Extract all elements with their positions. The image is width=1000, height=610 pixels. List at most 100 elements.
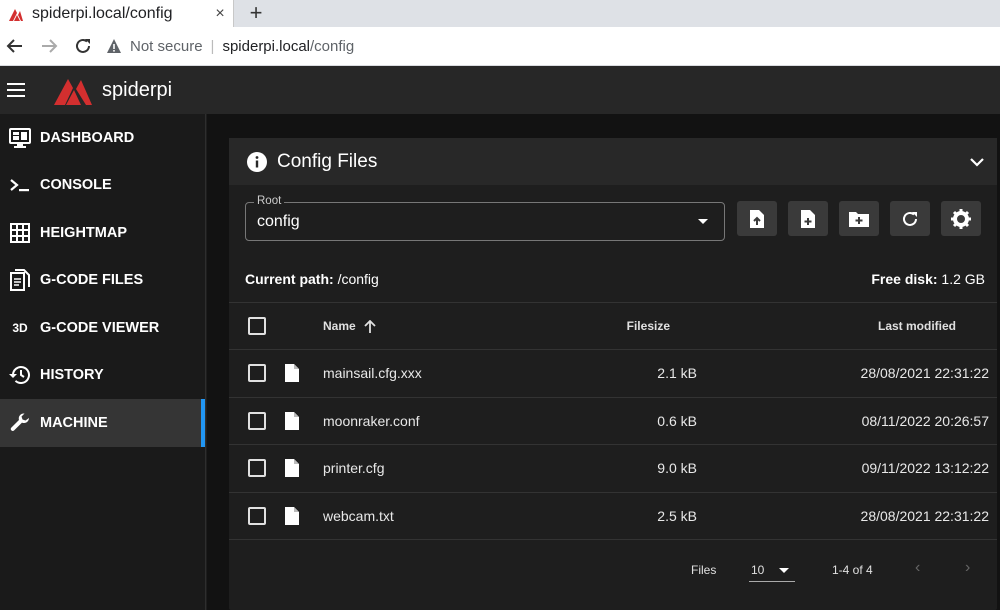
browser-tab-bar: spiderpi.local/config × + xyxy=(0,0,1000,27)
monitor-dashboard-icon xyxy=(0,127,40,149)
root-select[interactable]: Root config xyxy=(245,195,725,241)
column-header-name-label: Name xyxy=(323,319,356,333)
sidebar-item-label: DASHBOARD xyxy=(40,129,135,146)
file-name: mainsail.cfg.xxx xyxy=(323,365,422,381)
file-upload-icon xyxy=(750,209,764,228)
current-path-label: Current path: xyxy=(245,271,334,287)
reload-button[interactable] xyxy=(68,31,98,61)
menu-icon[interactable] xyxy=(0,66,32,114)
folder-plus-icon xyxy=(849,211,869,227)
3d-icon-text: 3D xyxy=(12,320,28,335)
row-checkbox[interactable] xyxy=(248,364,266,382)
wrench-icon xyxy=(0,412,40,434)
back-button[interactable] xyxy=(0,31,30,61)
warning-icon xyxy=(107,39,121,53)
mainsail-logo-icon xyxy=(54,79,92,105)
arrow-up-icon xyxy=(364,319,376,333)
app-name[interactable]: spiderpi xyxy=(102,79,172,102)
file-size: 2.1 kB xyxy=(657,365,697,381)
sidebar-item-machine[interactable]: MACHINE xyxy=(0,399,205,447)
sidebar: DASHBOARD CONSOLE HEIGHTMAP G-CODE FILES… xyxy=(0,114,206,610)
arrow-right-icon xyxy=(42,39,58,53)
path-info-row: Current path: /config Free disk: 1.2 GB xyxy=(245,271,985,287)
chevron-down-icon[interactable] xyxy=(957,157,997,167)
root-select-value: config xyxy=(257,213,300,230)
file-size: 2.5 kB xyxy=(657,507,697,524)
3d-icon: 3D xyxy=(0,321,40,335)
dropdown-arrow-icon xyxy=(698,219,708,224)
root-select-label: Root xyxy=(254,195,285,207)
sidebar-item-label: HISTORY xyxy=(40,367,104,384)
panel-controls: Root config xyxy=(245,195,985,241)
config-files-panel: Config Files Root config Current path: /… xyxy=(229,138,997,610)
file-modified: 28/08/2021 22:31:22 xyxy=(860,507,989,524)
address-bar: Not secure | spiderpi.local/config xyxy=(0,27,1000,66)
free-disk-value: 1.2 GB xyxy=(941,271,985,287)
pagination-range: 1-4 of 4 xyxy=(832,563,873,577)
gear-icon xyxy=(951,208,971,229)
sidebar-item-label: G-CODE VIEWER xyxy=(40,319,160,336)
column-header-last-modified[interactable]: Last modified xyxy=(878,319,956,333)
files-per-page-label: Files xyxy=(691,563,717,577)
files-per-page-value: 10 xyxy=(751,563,765,577)
refresh-icon xyxy=(903,211,917,226)
file-name: moonraker.conf xyxy=(323,412,420,429)
file-name: webcam.txt xyxy=(323,507,394,524)
next-page-icon[interactable]: › xyxy=(965,559,970,577)
url-field[interactable]: Not secure | spiderpi.local/config xyxy=(106,38,354,55)
info-icon xyxy=(247,151,267,172)
sidebar-item-dashboard[interactable]: DASHBOARD xyxy=(0,114,205,162)
file-modified: 08/11/2022 20:26:57 xyxy=(861,412,989,429)
select-all-checkbox[interactable] xyxy=(248,317,266,335)
file-modified: 28/08/2021 22:31:22 xyxy=(860,365,989,381)
tab-close-icon[interactable]: × xyxy=(207,5,233,23)
tab-title: spiderpi.local/config xyxy=(32,4,173,22)
mainsail-favicon-icon xyxy=(9,8,23,21)
column-header-name[interactable]: Name xyxy=(323,319,376,333)
free-disk: Free disk: 1.2 GB xyxy=(871,271,985,287)
new-tab-button[interactable]: + xyxy=(244,0,268,27)
table-row[interactable]: mainsail.cfg.xxx 2.1 kB 28/08/2021 22:31… xyxy=(229,350,997,398)
sidebar-item-heightmap[interactable]: HEIGHTMAP xyxy=(0,209,205,257)
dropdown-arrow-icon xyxy=(779,568,789,573)
new-file-button[interactable] xyxy=(788,201,828,236)
url-path: /config xyxy=(310,37,355,55)
row-checkbox[interactable] xyxy=(248,459,266,477)
file-plus-icon xyxy=(801,209,815,228)
file-icon xyxy=(285,411,299,430)
arrow-left-icon xyxy=(6,39,22,53)
file-size: 9.0 kB xyxy=(657,460,697,476)
file-size: 0.6 kB xyxy=(657,412,697,429)
upload-file-button[interactable] xyxy=(737,201,777,236)
panel-title: Config Files xyxy=(277,150,378,172)
file-icon xyxy=(285,364,299,382)
previous-page-icon[interactable]: ‹ xyxy=(915,559,920,577)
sidebar-item-label: MACHINE xyxy=(40,414,108,431)
column-header-filesize[interactable]: Filesize xyxy=(627,319,670,333)
row-checkbox[interactable] xyxy=(248,506,266,525)
table-row[interactable]: printer.cfg 9.0 kB 09/11/2022 13:12:22 xyxy=(229,445,997,493)
sidebar-item-label: CONSOLE xyxy=(40,177,112,194)
free-disk-label: Free disk: xyxy=(871,271,938,287)
grid-icon xyxy=(0,222,40,243)
sidebar-item-gcode-files[interactable]: G-CODE FILES xyxy=(0,257,205,305)
main-content: Config Files Root config Current path: /… xyxy=(207,114,1000,610)
forward-button[interactable] xyxy=(34,31,64,61)
browser-tab[interactable]: spiderpi.local/config × xyxy=(0,0,234,27)
url-host: spiderpi.local xyxy=(222,37,310,55)
panel-header[interactable]: Config Files xyxy=(229,138,997,185)
table-row[interactable]: moonraker.conf 0.6 kB 08/11/2022 20:26:5… xyxy=(229,398,997,445)
sidebar-item-console[interactable]: CONSOLE xyxy=(0,162,205,210)
table-footer: Files 10 1-4 of 4 ‹ › xyxy=(229,545,997,595)
sidebar-item-label: G-CODE FILES xyxy=(40,272,144,289)
file-icon xyxy=(285,506,299,525)
table-row[interactable]: webcam.txt 2.5 kB 28/08/2021 22:31:22 xyxy=(229,493,997,540)
row-checkbox[interactable] xyxy=(248,411,266,430)
files-per-page-select[interactable]: 10 xyxy=(749,557,795,582)
sidebar-item-history[interactable]: HISTORY xyxy=(0,352,205,400)
new-folder-button[interactable] xyxy=(839,201,879,236)
not-secure-label[interactable]: Not secure xyxy=(130,38,203,55)
settings-button[interactable] xyxy=(941,201,981,236)
sidebar-item-gcode-viewer[interactable]: 3D G-CODE VIEWER xyxy=(0,304,205,352)
refresh-button[interactable] xyxy=(890,201,930,236)
